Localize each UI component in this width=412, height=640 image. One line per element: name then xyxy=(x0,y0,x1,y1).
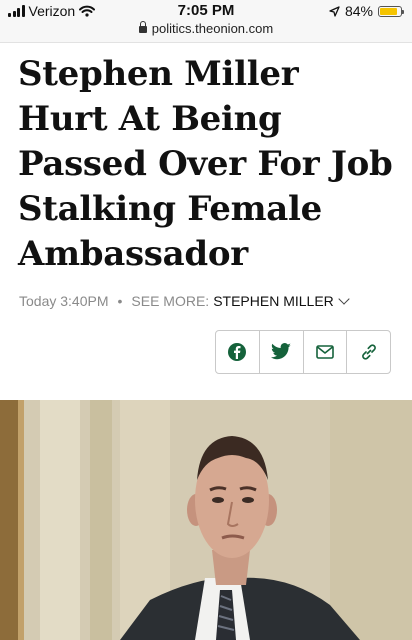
url-text: politics.theonion.com xyxy=(151,21,274,36)
facebook-icon xyxy=(228,343,247,361)
portrait-illustration xyxy=(0,400,412,640)
meta-separator: • xyxy=(117,293,123,309)
battery-percent: 84% xyxy=(344,3,373,19)
battery-icon xyxy=(378,5,404,17)
twitter-icon xyxy=(271,343,292,360)
article-meta: Today 3:40PM • SEE MORE: STEPHEN MILLER xyxy=(19,292,350,309)
status-bar: Verizon 7:05 PM 84% politics.theonion.co… xyxy=(0,0,412,43)
tag-link[interactable]: STEPHEN MILLER xyxy=(213,293,334,309)
location-arrow-icon xyxy=(329,5,340,17)
share-bar xyxy=(215,330,391,374)
address-bar[interactable]: politics.theonion.com xyxy=(0,21,412,36)
see-more-label: SEE MORE: xyxy=(131,293,210,309)
chevron-down-icon[interactable] xyxy=(338,292,350,305)
share-facebook-button[interactable] xyxy=(216,331,260,373)
share-email-button[interactable] xyxy=(304,331,348,373)
copy-link-button[interactable] xyxy=(347,331,390,373)
lock-icon xyxy=(138,21,147,33)
link-icon xyxy=(361,344,376,360)
status-right: 84% xyxy=(329,3,404,19)
article-timestamp: Today 3:40PM xyxy=(19,293,109,309)
email-icon xyxy=(316,345,334,359)
share-twitter-button[interactable] xyxy=(260,331,304,373)
article-photo xyxy=(0,400,412,640)
article-headline: Stephen Miller Hurt At Being Passed Over… xyxy=(18,54,393,274)
